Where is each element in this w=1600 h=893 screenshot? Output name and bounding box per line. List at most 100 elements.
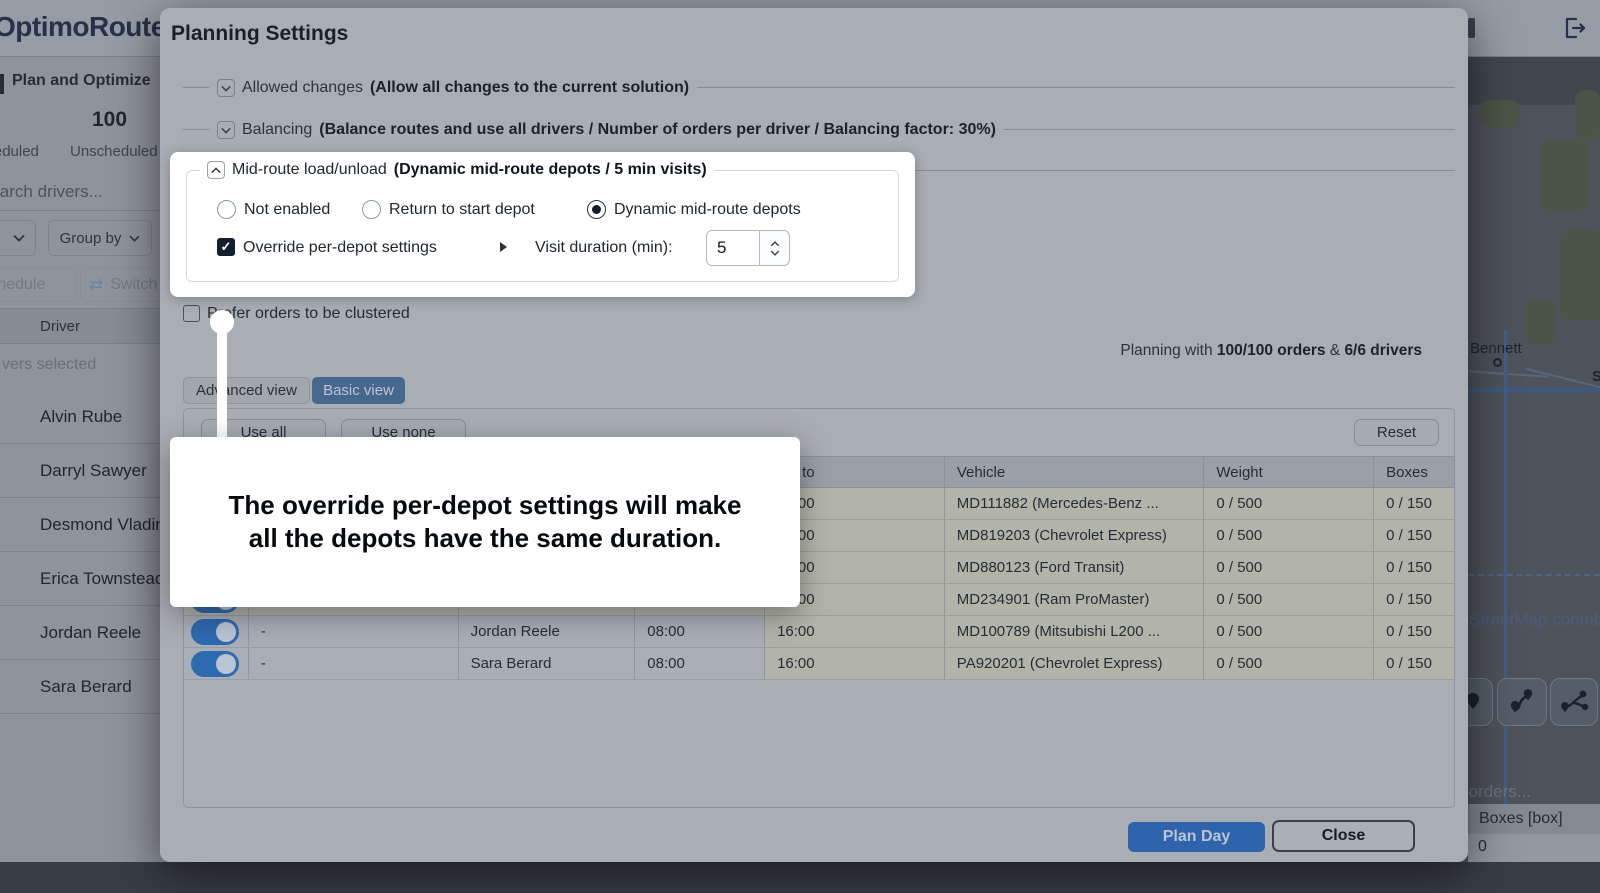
unscheduled-count: 100 [92,108,127,132]
radio-selected-icon [587,200,606,219]
page-title: Plan and Optimize [12,72,151,90]
section-detail: (Dynamic mid-route depots / 5 min visits… [394,161,707,179]
section-detail: (Allow all changes to the current soluti… [370,79,689,97]
map-tool-button-multi-route[interactable] [1550,678,1598,726]
tooltip-text-line2: all the depots have the same duration. [249,522,721,555]
chevron-up-icon [211,167,221,174]
driver-name: Desmond Vladin [40,515,165,535]
planning-note-drivers: 6/6 drivers [1344,342,1422,359]
section-allowed-changes: Allowed changes (Allow all changes to th… [209,78,697,98]
divider [915,170,1455,171]
orders-column-label: Boxes [box] [1479,810,1563,828]
map-terrain-patch [1480,100,1520,128]
map-terrain-patch [1560,230,1600,320]
bottom-strip [0,862,1600,893]
visit-duration-label: Visit duration (min): [535,239,673,257]
use-toggle-on[interactable] [191,619,239,645]
driver-name: Darryl Sawyer [40,461,147,481]
visit-duration-stepper[interactable] [760,230,790,266]
switch-label: Switch [110,276,157,294]
map-attribution[interactable]: StreetMap contrib [1469,610,1600,630]
driver-header-label: Driver [40,318,80,335]
map-tool-button-route[interactable] [1497,678,1547,726]
radio-icon [362,200,381,219]
planning-note-amp: & [1325,342,1344,359]
radio-label: Dynamic mid-route depots [614,201,801,219]
chevron-down-icon [770,250,780,256]
visit-duration-input[interactable]: 5 [706,230,760,266]
plan-tab-indicator [0,74,4,94]
collapse-toggle-button[interactable] [217,79,235,97]
radio-icon [217,200,236,219]
chevron-down-icon [13,234,25,242]
shuffle-icon: ⇄ [89,275,103,295]
chevron-down-icon [221,85,231,92]
chevron-down-icon [129,235,140,242]
plan-day-button[interactable]: Plan Day [1128,822,1265,852]
table-row: - Jordan Reele 08:00 16:00 MD100789 (Mit… [184,616,1454,648]
driver-name: Jordan Reele [40,623,141,643]
cluster-label: Prefer orders to be clustered [207,305,410,323]
search-drivers-input[interactable]: Search drivers... [0,182,103,202]
col-weight: Weight [1204,457,1374,487]
radio-not-enabled[interactable]: Not enabled [217,200,330,219]
driver-name: Erica Townstead [40,569,164,589]
planning-settings-modal: Planning Settings Allowed changes (Allow… [160,8,1468,862]
chevron-up-icon [770,241,780,247]
collapse-toggle-button[interactable] [207,161,225,179]
filter-dropdown[interactable] [0,220,36,256]
driver-name: Sara Berard [40,677,132,697]
map-road-dashed [1468,574,1600,576]
schedule-label: Schedule [0,276,45,294]
group-by-label: Group by [60,230,122,247]
chevron-down-icon [221,127,231,134]
override-label: Override per-depot settings [243,239,437,257]
radio-label: Return to start depot [389,201,535,219]
schedule-button[interactable]: Schedule [0,268,76,302]
reset-button[interactable]: Reset [1354,419,1439,446]
tooltip-connector-line [217,331,227,439]
cluster-checkbox[interactable] [183,305,200,322]
midroute-fieldset [186,170,899,282]
map-terrain-patch [1525,300,1555,345]
close-button[interactable]: Close [1272,820,1415,852]
tab-advanced-view[interactable]: Advanced view [183,377,310,404]
section-label: Allowed changes [242,79,363,97]
planning-note-orders: 100/100 orders [1217,342,1326,359]
orders-cell: 0 [1468,834,1600,862]
planning-note-prefix: Planning with [1120,342,1217,359]
tour-tooltip: The override per-depot settings will mak… [170,437,800,607]
map-terrain-patch [1540,140,1590,210]
map-town-label: Bennett [1470,340,1522,357]
tab-basic-view[interactable]: Basic view [312,377,405,404]
col-vehicle: Vehicle [945,457,1205,487]
screen: OptimoRoute Bennett S StreetMap contrib [0,0,1600,893]
planning-note: Planning with 100/100 orders & 6/6 drive… [1120,342,1422,360]
modal-title: Planning Settings [171,22,348,46]
map-terrain-patch [1575,90,1600,140]
driver-name: Alvin Rube [40,407,122,427]
drivers-selected-note: vers selected [2,356,96,374]
use-toggle-on[interactable] [191,651,239,677]
col-boxes: Boxes [1374,457,1454,487]
collapse-toggle-button[interactable] [217,121,235,139]
header-button-sliver [1468,18,1475,38]
scheduled-label: Scheduled [0,143,39,160]
override-checkbox[interactable] [217,238,235,256]
map-partial-label: S [1592,368,1600,385]
arrow-right-icon [500,242,507,252]
section-label: Balancing [242,121,312,139]
section-midroute: Mid-route load/unload (Dynamic mid-route… [200,160,714,180]
tooltip-text-line1: The override per-depot settings will mak… [229,489,742,522]
optimoroute-logo: OptimoRoute [0,11,166,43]
radio-return-to-start-depot[interactable]: Return to start depot [362,200,535,219]
radio-dynamic-mid-route-depots[interactable]: Dynamic mid-route depots [587,200,801,219]
logout-icon[interactable] [1562,15,1588,41]
radio-label: Not enabled [244,201,330,219]
section-label: Mid-route load/unload [232,161,387,179]
map-road [1468,388,1600,392]
group-by-dropdown[interactable]: Group by [48,220,152,256]
unscheduled-label: Unscheduled [70,143,158,160]
midroute-highlight-box: Mid-route load/unload (Dynamic mid-route… [170,152,915,297]
orders-cell-value: 0 [1478,838,1487,856]
